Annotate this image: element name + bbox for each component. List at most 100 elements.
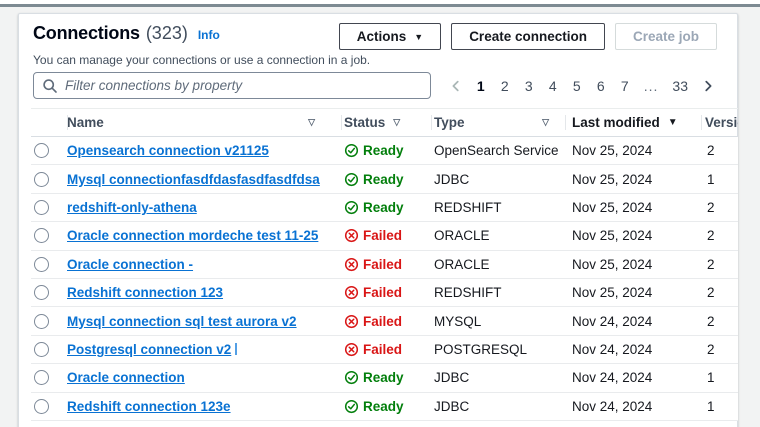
version-cell: 2 — [701, 285, 738, 300]
name-cell: Redshift connection 123 — [67, 285, 341, 300]
status-cell: Ready — [341, 399, 431, 414]
table-row: Oracle connection Ready JDBC Nov 24, 202… — [31, 364, 738, 392]
pagination-page-6[interactable]: 6 — [593, 77, 609, 95]
pagination-next-icon[interactable] — [699, 79, 717, 93]
connection-name-link[interactable]: Mysql connection sql test aurora v2 — [67, 314, 297, 329]
name-cell: Mysql connectionfasdfdasfasdfasdfdsa — [67, 172, 341, 187]
name-cell: Opensearch connection v21125 — [67, 143, 341, 158]
row-select-cell — [31, 342, 67, 357]
status-cell: Failed — [341, 342, 431, 357]
row-radio-button[interactable] — [34, 143, 49, 158]
name-cell: Mysql connection sql test aurora v2 — [67, 314, 341, 329]
connection-name-link[interactable]: redshift-only-athena — [67, 200, 197, 215]
pagination-page-33[interactable]: 33 — [669, 77, 691, 95]
row-radio-button[interactable] — [34, 370, 49, 385]
row-radio-button[interactable] — [34, 257, 49, 272]
status-label: Failed — [363, 314, 402, 329]
row-radio-button[interactable] — [34, 342, 49, 357]
create-job-button[interactable]: Create job — [615, 23, 717, 50]
table-body: Opensearch connection v21125 Ready OpenS… — [31, 137, 738, 421]
table-row: Redshift connection 123 Failed REDSHIFT … — [31, 279, 738, 307]
connection-name-link[interactable]: Postgresql connection v2 — [67, 342, 231, 357]
row-select-cell — [31, 257, 67, 272]
status-failed-icon — [344, 228, 359, 243]
actions-button-label: Actions — [357, 29, 407, 44]
pagination-page-4[interactable]: 4 — [545, 77, 561, 95]
status-label: Ready — [363, 143, 404, 158]
type-cell: JDBC — [431, 370, 565, 385]
connection-name-link[interactable]: Opensearch connection v21125 — [67, 143, 269, 158]
status-label: Failed — [363, 228, 402, 243]
status-label: Failed — [363, 257, 402, 272]
table-row: Redshift connection 123e Ready JDBC Nov … — [31, 393, 738, 421]
version-cell: 1 — [701, 370, 738, 385]
column-header-type[interactable]: Type ▽ — [431, 109, 565, 136]
row-radio-button[interactable] — [34, 314, 49, 329]
row-radio-button[interactable] — [34, 228, 49, 243]
connection-name-link[interactable]: Redshift connection 123 — [67, 285, 223, 300]
column-header-version[interactable]: Version — [701, 109, 738, 136]
sort-icon-name[interactable]: ▽ — [308, 117, 315, 128]
status-label: Ready — [363, 399, 404, 414]
sort-icon-type[interactable]: ▽ — [542, 117, 549, 128]
type-cell: ORACLE — [431, 257, 565, 272]
pagination-page-2[interactable]: 2 — [497, 77, 513, 95]
status-cell: Ready — [341, 200, 431, 215]
pagination-prev-icon[interactable] — [447, 79, 465, 93]
pagination-page-7[interactable]: 7 — [617, 77, 633, 95]
type-cell: JDBC — [431, 399, 565, 414]
pagination: 1234567... 33 — [447, 77, 717, 95]
pagination-pages: 1234567... 33 — [473, 77, 691, 95]
pagination-page-1[interactable]: 1 — [473, 77, 489, 95]
actions-button[interactable]: Actions ▼ — [339, 23, 441, 50]
name-cell: Redshift connection 123e — [67, 399, 341, 414]
row-radio-button[interactable] — [34, 399, 49, 414]
pagination-page-3[interactable]: 3 — [521, 77, 537, 95]
connection-name-link[interactable]: Oracle connection mordeche test 11-25 — [67, 228, 318, 243]
filter-box[interactable] — [33, 72, 431, 99]
type-cell: REDSHIFT — [431, 200, 565, 215]
status-failed-icon — [344, 285, 359, 300]
top-nav-border — [0, 4, 760, 7]
last-modified-cell: Nov 25, 2024 — [565, 257, 701, 272]
name-cell: Oracle connection mordeche test 11-25 — [67, 228, 341, 243]
status-ready-icon — [344, 143, 359, 158]
type-cell: OpenSearch Service — [431, 143, 565, 158]
status-cell: Ready — [341, 143, 431, 158]
table-row: Oracle connection - Failed ORACLE Nov 25… — [31, 251, 738, 279]
column-header-status[interactable]: Status ▽ — [341, 109, 431, 136]
name-cell: redshift-only-athena — [67, 200, 341, 215]
row-radio-button[interactable] — [34, 285, 49, 300]
info-link[interactable]: Info — [198, 28, 220, 42]
row-radio-button[interactable] — [34, 172, 49, 187]
row-select-cell — [31, 200, 67, 215]
type-cell: POSTGRESQL — [431, 342, 565, 357]
row-radio-button[interactable] — [34, 200, 49, 215]
sort-icon-status[interactable]: ▽ — [393, 117, 400, 128]
create-connection-button[interactable]: Create connection — [451, 23, 605, 50]
connection-name-link[interactable]: Redshift connection 123e — [67, 399, 231, 414]
status-cell: Failed — [341, 257, 431, 272]
status-failed-icon — [344, 257, 359, 272]
status-label: Failed — [363, 285, 402, 300]
filter-connections-input[interactable] — [65, 78, 422, 93]
connection-name-link[interactable]: Mysql connectionfasdfdasfasdfasdfdsa — [67, 172, 320, 187]
column-header-last-modified[interactable]: Last modified ▼ — [565, 109, 701, 136]
title-group: Connections (323) Info — [33, 23, 220, 44]
connection-name-link[interactable]: Oracle connection — [67, 370, 185, 385]
last-modified-cell: Nov 25, 2024 — [565, 143, 701, 158]
last-modified-cell: Nov 25, 2024 — [565, 172, 701, 187]
pagination-page-5[interactable]: 5 — [569, 77, 585, 95]
type-cell: JDBC — [431, 172, 565, 187]
connection-name-link[interactable]: Oracle connection - — [67, 257, 193, 272]
pagination-ellipsis: ... — [641, 77, 662, 95]
name-cell: Oracle connection — [67, 370, 341, 385]
status-failed-icon — [344, 314, 359, 329]
status-cell: Failed — [341, 285, 431, 300]
row-select-cell — [31, 370, 67, 385]
status-label: Ready — [363, 172, 404, 187]
sort-desc-icon-last-modified[interactable]: ▼ — [668, 117, 678, 128]
connections-count: (323) — [146, 23, 188, 44]
connections-panel: Connections (323) Info Actions ▼ Create … — [18, 13, 738, 427]
column-header-name[interactable]: Name ▽ — [67, 109, 341, 136]
